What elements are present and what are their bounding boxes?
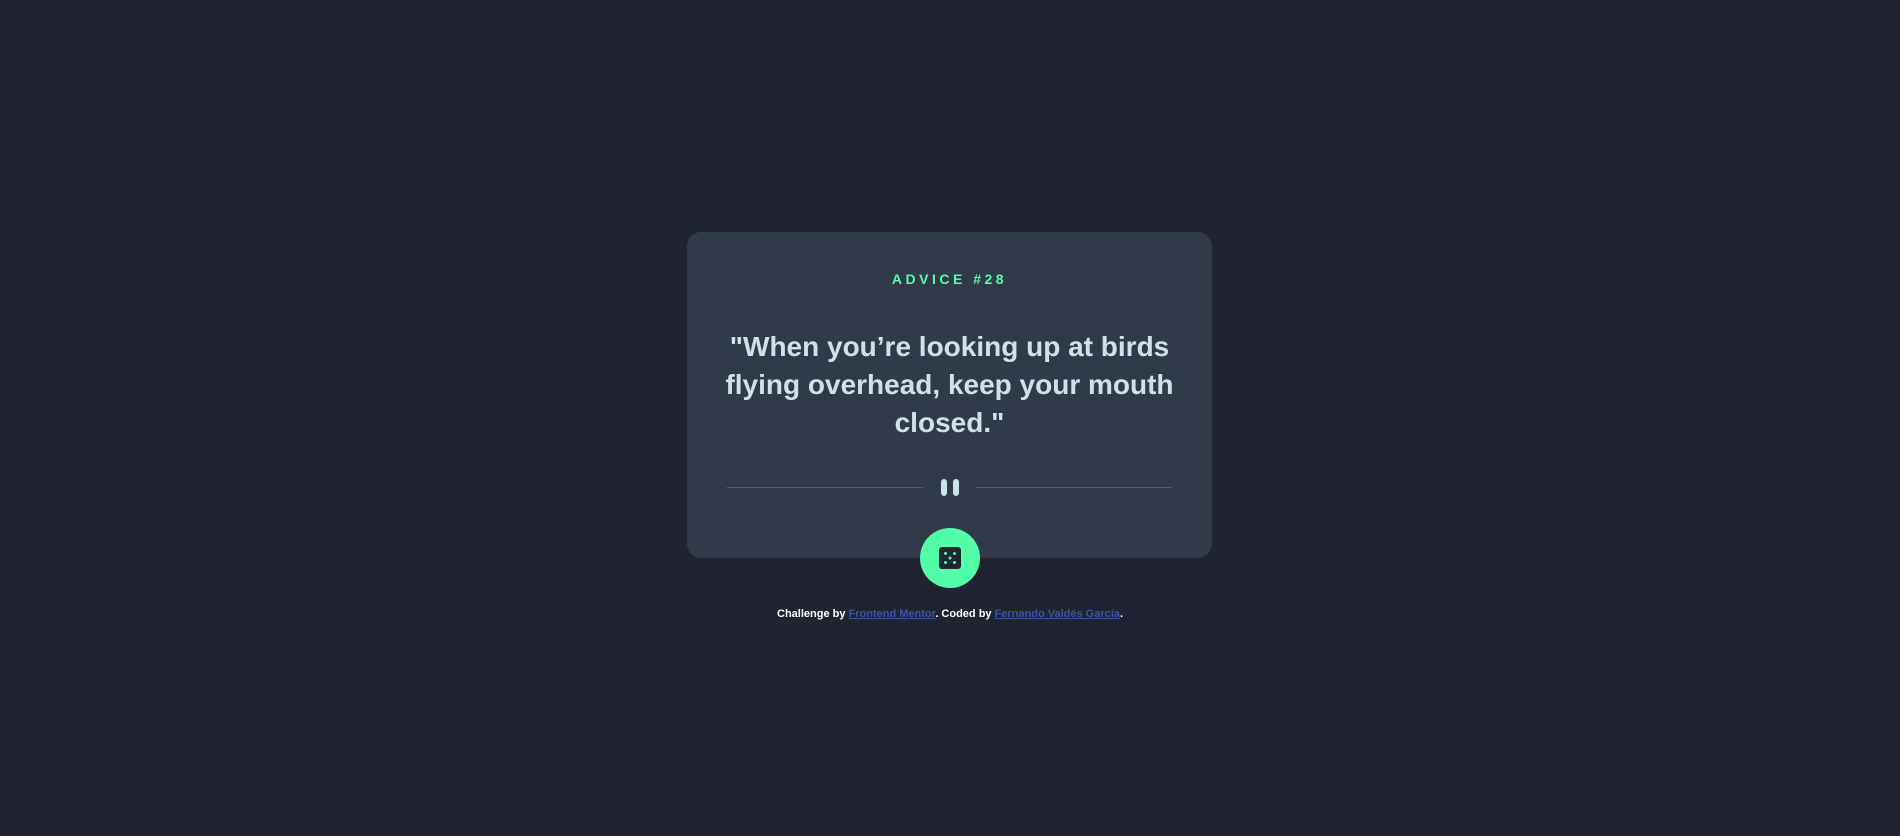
frontend-mentor-link[interactable]: Frontend Mentor (849, 608, 936, 620)
divider-line-right (976, 487, 1172, 488)
advice-number: ADVICE #28 (891, 271, 1008, 287)
pause-icon (940, 479, 960, 497)
dice-icon (939, 547, 961, 569)
attribution: Challenge by Frontend Mentor. Coded by F… (0, 608, 1900, 620)
advice-card: ADVICE #28 "When you’re looking up at bi… (687, 232, 1212, 558)
author-link[interactable]: Fernando Valdés García (995, 608, 1120, 620)
new-advice-button[interactable] (920, 528, 980, 588)
attribution-middle: . Coded by (935, 608, 995, 620)
attribution-suffix: . (1119, 608, 1123, 620)
divider-line-left (727, 487, 923, 488)
advice-quote: "When you’re looking up at birds flying … (725, 331, 1174, 438)
attribution-prefix: Challenge by (777, 608, 849, 620)
divider (727, 479, 1172, 497)
